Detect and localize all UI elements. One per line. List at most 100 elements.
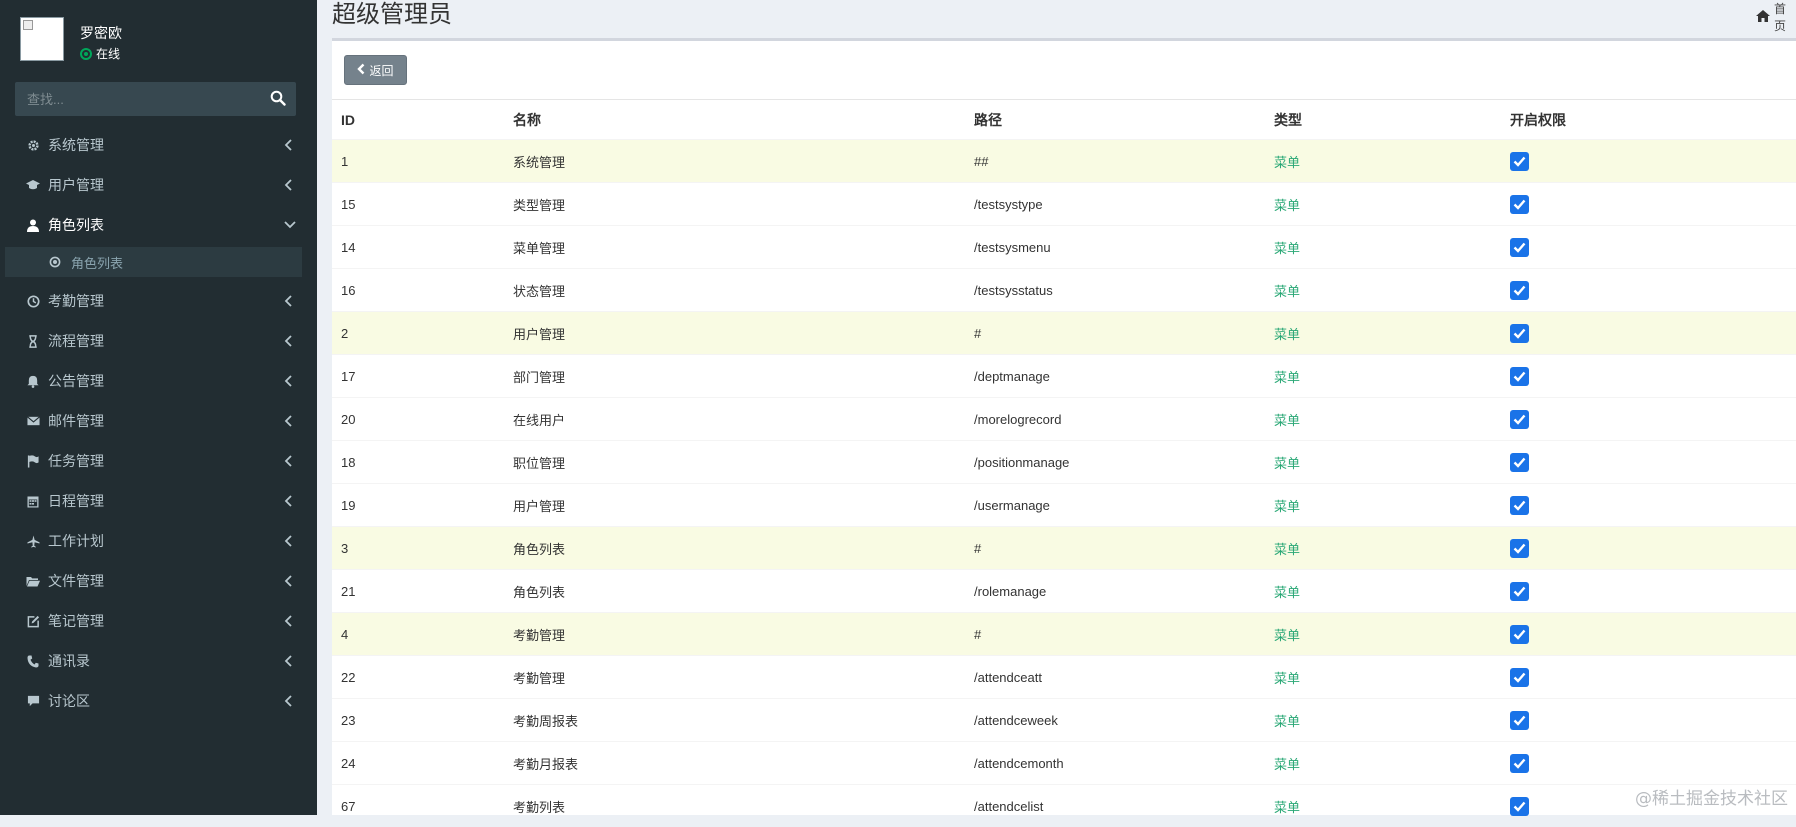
sidebar-subitem-role-list[interactable]: 角色列表 [5, 247, 302, 277]
comment-icon [26, 694, 40, 708]
permission-checkbox[interactable] [1510, 238, 1529, 257]
sidebar-item-system[interactable]: 系统管理 [0, 125, 317, 165]
phone-icon [26, 654, 40, 668]
sidebar-item-schedule[interactable]: 日程管理 [0, 481, 317, 521]
sidebar-item-notes[interactable]: 笔记管理 [0, 601, 317, 641]
permission-checkbox[interactable] [1510, 797, 1529, 816]
cell-enabled [1501, 441, 1796, 484]
table-row: 21角色列表/rolemanage菜单 [332, 570, 1796, 613]
cell-enabled [1501, 613, 1796, 656]
sidebar-item-mail[interactable]: 邮件管理 [0, 401, 317, 441]
breadcrumb-home-label: 首页 [1774, 0, 1796, 34]
cell-type: 菜单 [1265, 398, 1501, 441]
permission-checkbox[interactable] [1510, 152, 1529, 171]
permission-checkbox[interactable] [1510, 668, 1529, 687]
checkmark-icon [1513, 328, 1526, 339]
back-button[interactable]: 返回 [344, 55, 407, 85]
chevron-left-icon [283, 414, 295, 428]
permission-checkbox[interactable] [1510, 582, 1529, 601]
clock-icon [26, 294, 40, 308]
sidebar-item-notice[interactable]: 公告管理 [0, 361, 317, 401]
sidebar-item-label: 用户管理 [48, 175, 104, 195]
sidebar-item-process[interactable]: 流程管理 [0, 321, 317, 361]
chevron-left-icon [283, 654, 295, 668]
permission-checkbox[interactable] [1510, 324, 1529, 343]
table-row: 19用户管理/usermanage菜单 [332, 484, 1796, 527]
sidebar-item-files[interactable]: 文件管理 [0, 561, 317, 601]
cell-type: 菜单 [1265, 269, 1501, 312]
calendar-icon [26, 494, 40, 508]
breadcrumb-home[interactable]: 首页 [1756, 0, 1796, 34]
cell-id: 67 [332, 785, 504, 827]
cell-name: 考勤列表 [504, 785, 965, 827]
permission-checkbox[interactable] [1510, 281, 1529, 300]
table-body: 1系统管理##菜单15类型管理/testsystype菜单14菜单管理/test… [332, 140, 1796, 827]
sidebar-item-label: 任务管理 [48, 451, 104, 471]
search-icon[interactable] [270, 90, 288, 108]
table-row: 1系统管理##菜单 [332, 140, 1796, 183]
content-box: 返回 ID 名称 路径 类型 开启权限 1系统管理##菜单15类型管理/test… [332, 38, 1796, 815]
column-header: 开启权限 [1501, 100, 1796, 140]
cell-id: 17 [332, 355, 504, 398]
cell-path: /morelogrecord [965, 398, 1265, 441]
table-row: 18职位管理/positionmanage菜单 [332, 441, 1796, 484]
cell-id: 2 [332, 312, 504, 355]
cell-path: /attendceatt [965, 656, 1265, 699]
sidebar-item-attendance[interactable]: 考勤管理 [0, 281, 317, 321]
sidebar-item-tasks[interactable]: 任务管理 [0, 441, 317, 481]
cell-enabled [1501, 656, 1796, 699]
cell-id: 3 [332, 527, 504, 570]
sidebar-item-label: 角色列表 [48, 215, 104, 235]
checkmark-icon [1513, 586, 1526, 597]
permission-checkbox[interactable] [1510, 367, 1529, 386]
plane-icon [26, 534, 40, 548]
sidebar-item-forum[interactable]: 讨论区 [0, 681, 317, 721]
cell-type: 菜单 [1265, 226, 1501, 269]
permission-checkbox[interactable] [1510, 539, 1529, 558]
column-header: 名称 [504, 100, 965, 140]
user-status: 在线 [80, 45, 120, 62]
column-header: ID [332, 100, 504, 140]
cell-path: /testsysmenu [965, 226, 1265, 269]
cell-name: 类型管理 [504, 183, 965, 226]
hourglass-icon [26, 334, 40, 348]
sidebar-item-label: 考勤管理 [48, 291, 104, 311]
table-row: 24考勤月报表/attendcemonth菜单 [332, 742, 1796, 785]
sidebar-item-label: 文件管理 [48, 571, 104, 591]
cell-name: 考勤月报表 [504, 742, 965, 785]
sidebar-item-label: 邮件管理 [48, 411, 104, 431]
permission-checkbox[interactable] [1510, 625, 1529, 644]
sidebar-item-label: 讨论区 [48, 691, 90, 711]
sidebar-item-label: 通讯录 [48, 651, 90, 671]
permission-checkbox[interactable] [1510, 496, 1529, 515]
chevron-left-icon [283, 534, 295, 548]
permission-checkbox[interactable] [1510, 453, 1529, 472]
online-status-icon [80, 48, 92, 60]
chevron-left-icon [283, 334, 295, 348]
cell-type: 菜单 [1265, 484, 1501, 527]
cell-enabled [1501, 312, 1796, 355]
cell-id: 22 [332, 656, 504, 699]
checkmark-icon [1513, 500, 1526, 511]
avatar[interactable] [20, 17, 64, 61]
sidebar-item-roles[interactable]: 角色列表 [0, 205, 317, 245]
search-input[interactable] [15, 82, 255, 116]
table-row: 4考勤管理#菜单 [332, 613, 1796, 656]
sidebar-item-contacts[interactable]: 通讯录 [0, 641, 317, 681]
cell-name: 状态管理 [504, 269, 965, 312]
permission-checkbox[interactable] [1510, 711, 1529, 730]
sidebar-item-work-plan[interactable]: 工作计划 [0, 521, 317, 561]
flag-icon [26, 454, 40, 468]
checkmark-icon [1513, 801, 1526, 812]
sidebar-item-users[interactable]: 用户管理 [0, 165, 317, 205]
cell-name: 考勤管理 [504, 656, 965, 699]
checkmark-icon [1513, 242, 1526, 253]
cell-name: 角色列表 [504, 570, 965, 613]
cell-type: 菜单 [1265, 785, 1501, 827]
cell-enabled [1501, 570, 1796, 613]
permission-checkbox[interactable] [1510, 195, 1529, 214]
cell-enabled [1501, 269, 1796, 312]
cell-id: 19 [332, 484, 504, 527]
permission-checkbox[interactable] [1510, 754, 1529, 773]
permission-checkbox[interactable] [1510, 410, 1529, 429]
